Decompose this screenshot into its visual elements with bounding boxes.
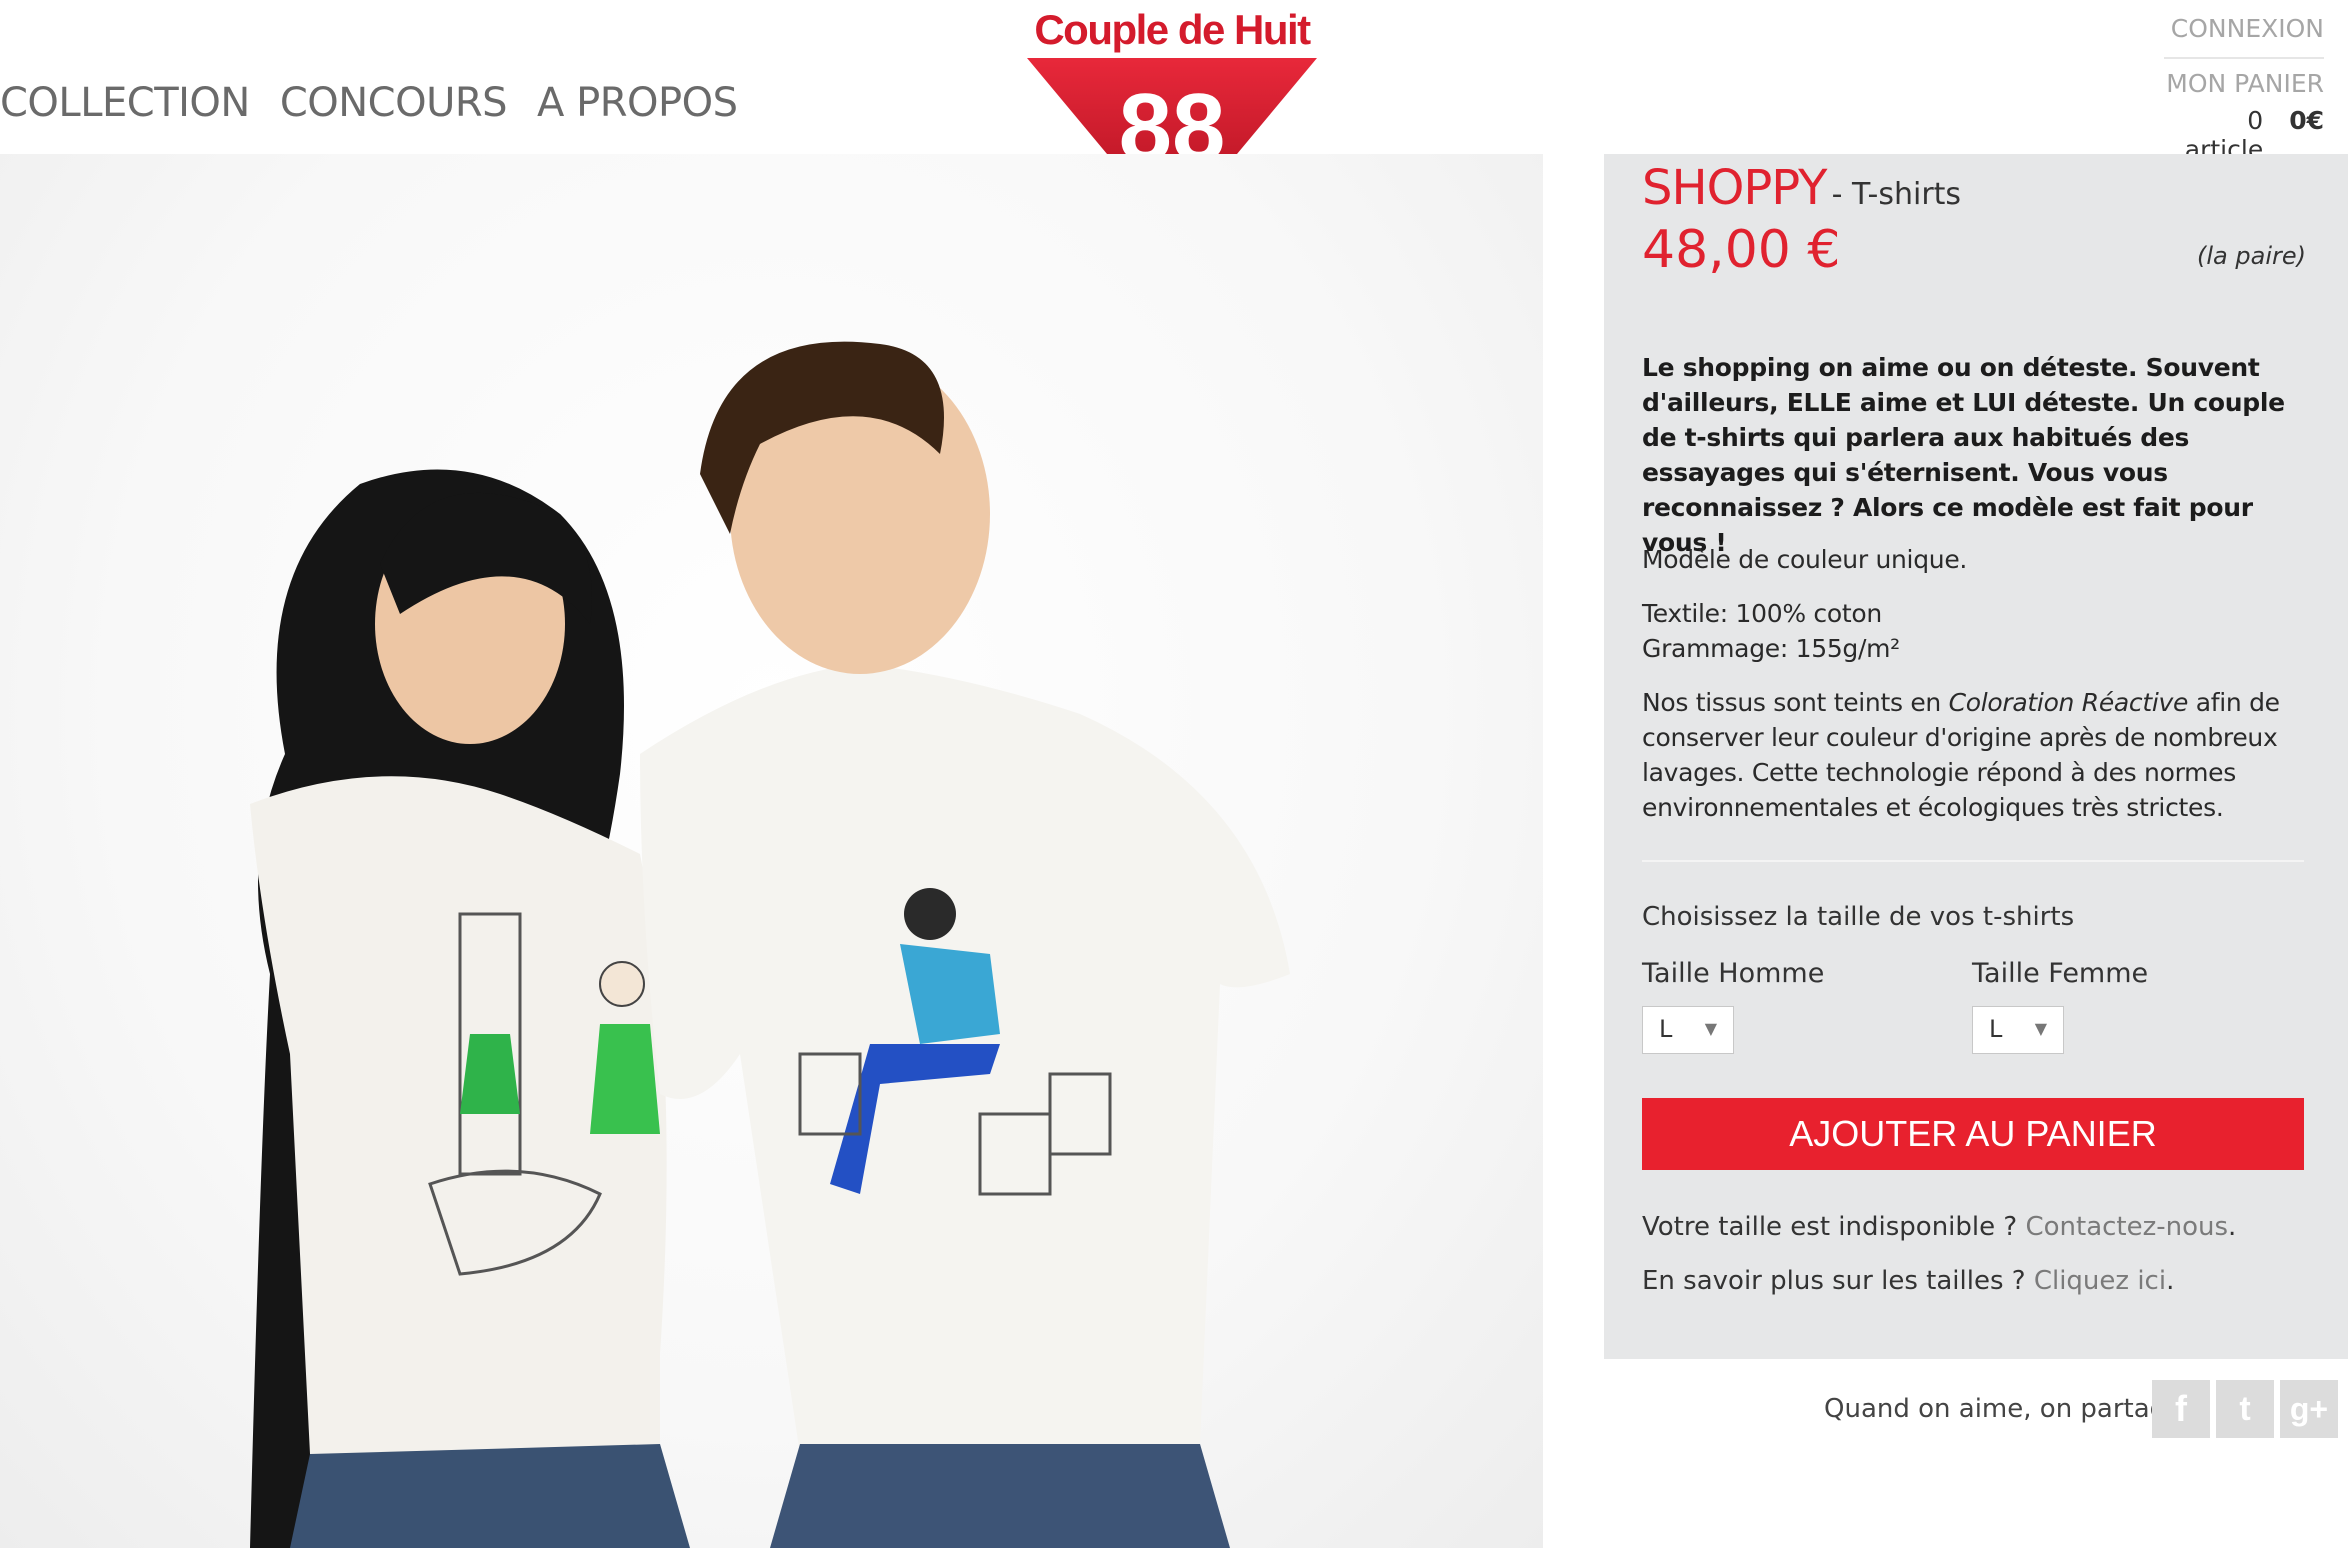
dye-highlight: Coloration Réactive bbox=[1948, 688, 2189, 717]
product-photo bbox=[0, 154, 1543, 1548]
twitter-icon[interactable]: t bbox=[2216, 1380, 2274, 1438]
product-category: - T-shirts bbox=[1831, 177, 1962, 212]
panel-divider bbox=[1642, 860, 2304, 862]
chevron-down-icon: ▼ bbox=[1704, 1019, 1717, 1038]
size-info-link[interactable]: Cliquez ici bbox=[2034, 1266, 2166, 1296]
women-size-label: Taille Femme bbox=[1972, 958, 2149, 989]
size-unavailable-text: Votre taille est indisponible ? Contacte… bbox=[1642, 1212, 2237, 1242]
men-size-value: L bbox=[1659, 1015, 1673, 1043]
size-info-text: En savoir plus sur les tailles ? Cliquez… bbox=[1642, 1266, 2175, 1296]
textile-info: Textile: 100% coton bbox=[1642, 599, 1882, 628]
logo-text: Couple de Huit bbox=[1034, 6, 1311, 53]
contact-link[interactable]: Contactez-nous bbox=[2025, 1212, 2228, 1242]
men-size-select[interactable]: L ▼ bbox=[1642, 1006, 1734, 1054]
man-figure bbox=[640, 341, 1290, 1548]
google-plus-icon[interactable]: g+ bbox=[2280, 1380, 2338, 1438]
account-divider bbox=[2164, 57, 2324, 59]
nav-a-propos[interactable]: A PROPOS bbox=[537, 80, 738, 126]
product-price: 48,00 € bbox=[1642, 220, 1841, 280]
main-nav: COLLECTION CONCOURS A PROPOS bbox=[0, 80, 738, 126]
men-size-label: Taille Homme bbox=[1642, 958, 1825, 989]
facebook-icon[interactable]: f bbox=[2152, 1380, 2210, 1438]
chevron-down-icon: ▼ bbox=[2034, 1019, 2047, 1038]
size-info-question: En savoir plus sur les tailles ? bbox=[1642, 1266, 2034, 1296]
product-description: Le shopping on aime ou on déteste. Souve… bbox=[1642, 353, 2285, 557]
share-label: Quand on aime, on partage ! bbox=[1824, 1394, 2201, 1424]
women-size-select[interactable]: L ▼ bbox=[1972, 1006, 2064, 1054]
login-link[interactable]: CONNEXION bbox=[2164, 14, 2324, 43]
nav-concours[interactable]: CONCOURS bbox=[280, 80, 508, 126]
product-title: SHOPPY - T-shirts bbox=[1642, 160, 1961, 216]
size-unavailable-question: Votre taille est indisponible ? bbox=[1642, 1212, 2026, 1242]
woman-figure bbox=[250, 469, 690, 1548]
price-unit: (la paire) bbox=[2197, 242, 2306, 270]
women-size-value: L bbox=[1989, 1015, 2003, 1043]
product-panel: SHOPPY - T-shirts 48,00 € (la paire) Le … bbox=[1604, 154, 2348, 1359]
add-to-cart-button[interactable]: AJOUTER AU PANIER bbox=[1642, 1098, 2304, 1170]
cart-link[interactable]: MON PANIER bbox=[2164, 69, 2324, 98]
color-note: Modèle de couleur unique. bbox=[1642, 545, 1968, 574]
sizes-title: Choisissez la taille de vos t-shirts bbox=[1642, 902, 2075, 932]
dye-info: Nos tissus sont teints en Coloration Réa… bbox=[1642, 685, 2302, 825]
product-name: SHOPPY bbox=[1642, 160, 1827, 216]
account-area: CONNEXION MON PANIER 0 article 0€ bbox=[2164, 14, 2324, 164]
dye-text-before: Nos tissus sont teints en bbox=[1642, 688, 1949, 717]
nav-collection[interactable]: COLLECTION bbox=[0, 80, 250, 126]
weight-info: Grammage: 155g/m² bbox=[1642, 634, 1900, 663]
